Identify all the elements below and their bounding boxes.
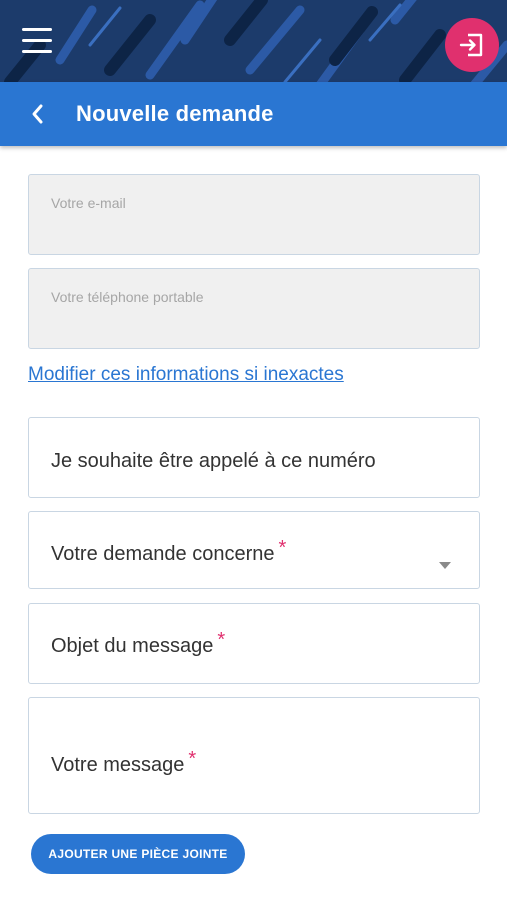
page-header: Nouvelle demande <box>0 82 507 146</box>
message-label: Votre message * <box>51 748 197 776</box>
back-button[interactable] <box>26 102 50 126</box>
page-title: Nouvelle demande <box>76 101 274 126</box>
callback-number-field[interactable]: Je souhaite être appelé à ce numéro <box>28 417 480 498</box>
required-marker: * <box>188 748 197 770</box>
request-topic-label: Votre demande concerne * <box>51 537 287 565</box>
email-placeholder: Votre e-mail <box>51 195 126 211</box>
logout-button[interactable] <box>445 18 499 72</box>
callback-label: Je souhaite être appelé à ce numéro <box>51 450 376 472</box>
hamburger-icon <box>22 28 52 31</box>
message-textarea[interactable]: Votre message * <box>28 697 480 814</box>
message-object-label: Objet du message * <box>51 629 226 657</box>
sign-in-icon <box>459 33 483 57</box>
required-marker: * <box>217 629 226 651</box>
chevron-left-icon <box>32 104 43 124</box>
add-attachment-button[interactable]: AJOUTER UNE PIÈCE JOINTE <box>31 834 245 874</box>
required-marker: * <box>278 537 287 559</box>
phone-field[interactable]: Votre téléphone portable <box>28 268 480 349</box>
phone-placeholder: Votre téléphone portable <box>51 289 204 305</box>
banner-pattern <box>4 0 507 82</box>
request-topic-select[interactable]: Votre demande concerne * <box>28 511 480 589</box>
top-banner <box>0 0 507 82</box>
email-field[interactable]: Votre e-mail <box>28 174 480 255</box>
message-object-field[interactable]: Objet du message * <box>28 603 480 684</box>
menu-button[interactable] <box>22 28 54 58</box>
modify-info-link[interactable]: Modifier ces informations si inexactes <box>28 364 344 386</box>
chevron-down-icon[interactable] <box>439 562 451 569</box>
